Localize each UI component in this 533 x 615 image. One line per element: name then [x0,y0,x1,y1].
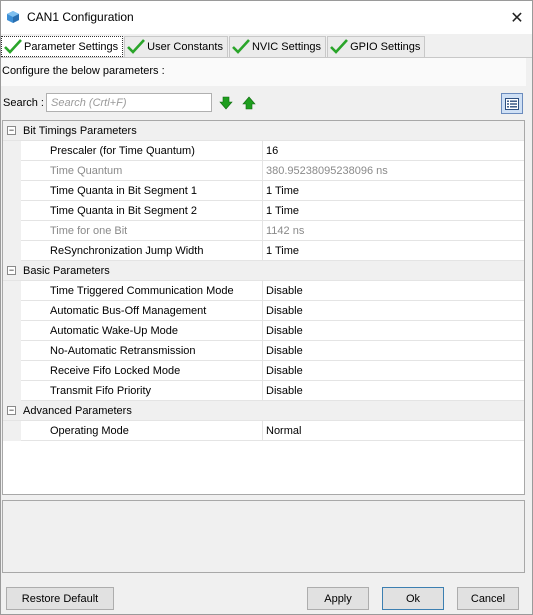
collapse-icon[interactable]: − [7,126,16,135]
collapse-icon[interactable]: − [7,266,16,275]
param-row[interactable]: Operating Mode Normal [3,421,524,441]
title-bar: CAN1 Configuration ✕ [1,1,532,34]
can1-config-dialog: CAN1 Configuration ✕ Parameter Settings … [0,0,533,615]
arrow-up-icon[interactable] [242,96,256,110]
param-row: Time Quantum 380.95238095238096 ns [3,161,524,181]
search-label: Search : [3,97,44,109]
param-row[interactable]: Time Quanta in Bit Segment 1 1 Time [3,181,524,201]
param-row[interactable]: Automatic Bus-Off Management Disable [3,301,524,321]
check-icon [232,39,250,54]
tab-parameter-settings[interactable]: Parameter Settings [1,36,124,57]
param-row: Time for one Bit 1142 ns [3,221,524,241]
check-icon [330,39,349,54]
restore-default-button[interactable]: Restore Default [6,587,114,610]
group-name: Advanced Parameters [23,405,132,417]
tab-user-constants[interactable]: User Constants [124,36,228,57]
group-header-bit-timings[interactable]: − Bit Timings Parameters [3,121,524,141]
intro-text: Configure the below parameters : [2,65,165,77]
param-value[interactable]: 1 Time [266,245,299,257]
param-value[interactable]: 16 [266,145,278,157]
cancel-button[interactable]: Cancel [457,587,519,610]
param-name: Operating Mode [50,425,129,437]
group-name: Basic Parameters [23,265,110,277]
param-row[interactable]: Automatic Wake-Up Mode Disable [3,321,524,341]
param-value[interactable]: Disable [266,325,303,337]
param-row[interactable]: Time Triggered Communication Mode Disabl… [3,281,524,301]
tab-label: GPIO Settings [350,41,421,53]
param-name: Time Quantum [50,165,123,177]
tab-strip: Parameter Settings User Constants NVIC S… [1,36,426,57]
check-icon [127,39,146,54]
app-cube-icon [7,11,19,23]
parameter-settings-panel: Configure the below parameters : Search … [1,57,532,577]
param-name: Time for one Bit [50,225,128,237]
window-title: CAN1 Configuration [27,10,134,24]
param-row[interactable]: Time Quanta in Bit Segment 2 1 Time [3,201,524,221]
param-name: Prescaler (for Time Quantum) [50,145,195,157]
param-name: No-Automatic Retransmission [50,345,196,357]
group-header-basic[interactable]: − Basic Parameters [3,261,524,281]
list-view-icon [505,97,519,110]
param-value[interactable]: Disable [266,285,303,297]
param-name: Receive Fifo Locked Mode [50,365,181,377]
param-value[interactable]: 1 Time [266,205,299,217]
parameter-grid: − Bit Timings Parameters Prescaler (for … [2,120,525,495]
param-row[interactable]: Transmit Fifo Priority Disable [3,381,524,401]
param-row[interactable]: Receive Fifo Locked Mode Disable [3,361,524,381]
param-value[interactable]: Normal [266,425,301,437]
param-value[interactable]: Disable [266,305,303,317]
param-value[interactable]: Disable [266,365,303,377]
param-value[interactable]: Disable [266,345,303,357]
param-name: Automatic Bus-Off Management [50,305,207,317]
close-button[interactable]: ✕ [502,1,532,34]
collapse-icon[interactable]: − [7,406,16,415]
group-name: Bit Timings Parameters [23,125,137,137]
param-name: Time Triggered Communication Mode [50,285,234,297]
param-name: Time Quanta in Bit Segment 1 [50,185,197,197]
param-name: ReSynchronization Jump Width [50,245,204,257]
list-view-toggle[interactable] [501,93,523,114]
search-input[interactable] [46,93,212,112]
tab-label: User Constants [147,41,223,53]
group-header-advanced[interactable]: − Advanced Parameters [3,401,524,421]
param-value[interactable]: Disable [266,385,303,397]
param-value[interactable]: 1 Time [266,185,299,197]
tab-gpio-settings[interactable]: GPIO Settings [327,36,426,57]
param-value: 1142 ns [266,225,305,237]
param-row[interactable]: No-Automatic Retransmission Disable [3,341,524,361]
description-panel [2,500,525,573]
check-icon [4,38,22,54]
arrow-down-icon[interactable] [219,96,233,110]
param-name: Transmit Fifo Priority [50,385,152,397]
tab-label: NVIC Settings [251,41,322,53]
param-row[interactable]: Prescaler (for Time Quantum) 16 [3,141,524,161]
tab-nvic-settings[interactable]: NVIC Settings [228,36,327,57]
param-row[interactable]: ReSynchronization Jump Width 1 Time [3,241,524,261]
param-name: Automatic Wake-Up Mode [50,325,178,337]
apply-button[interactable]: Apply [307,587,369,610]
ok-button[interactable]: Ok [382,587,444,610]
param-value: 380.95238095238096 ns [266,165,388,177]
param-name: Time Quanta in Bit Segment 2 [50,205,197,217]
tab-label: Parameter Settings [24,40,119,53]
